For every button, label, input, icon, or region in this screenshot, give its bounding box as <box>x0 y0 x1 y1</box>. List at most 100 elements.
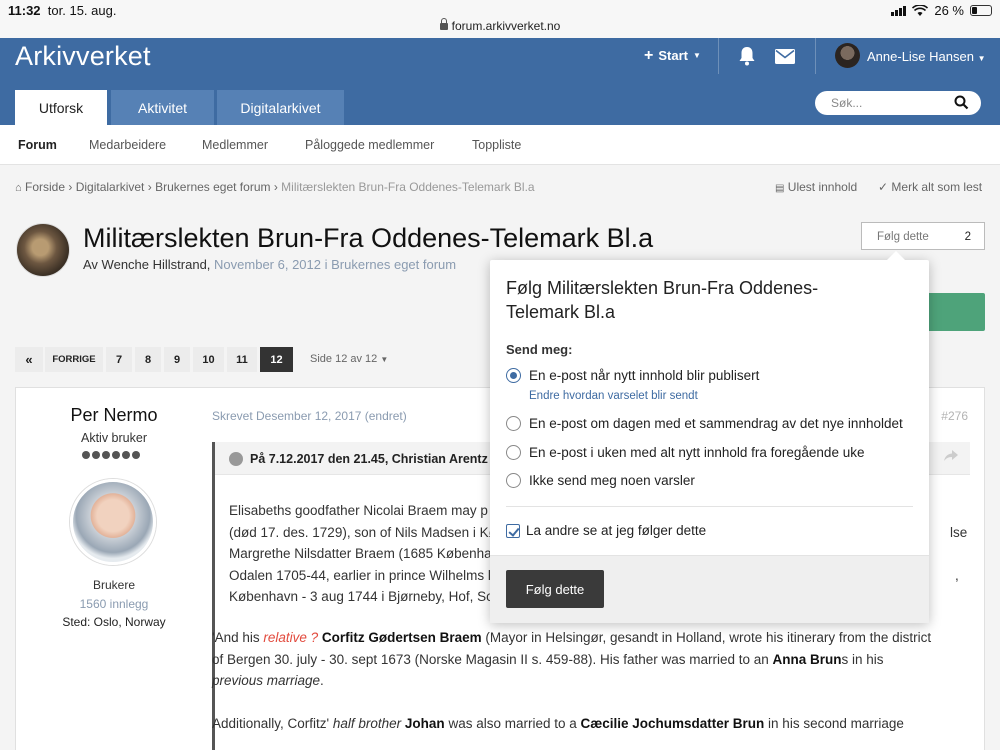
check-icon: ✓ <box>878 180 889 194</box>
change-notification-link[interactable]: Endre hvordan varselet blir sendt <box>529 390 698 402</box>
page-title: Militærslekten Brun-Fra Oddenes-Telemark… <box>83 223 654 253</box>
option-label: En e-post når nytt innhold blir publiser… <box>529 368 760 383</box>
caret-down-icon: ▼ <box>380 355 389 364</box>
unread-content-link[interactable]: ▤ Ulest innhold <box>775 180 857 194</box>
radio-none[interactable] <box>506 473 521 488</box>
breadcrumb-current: Militærslekten Brun-Fra Oddenes-Telemark… <box>281 180 535 194</box>
option-label: Ikke send meg noen varsler <box>529 473 695 488</box>
post-author-photo[interactable] <box>70 479 156 565</box>
url-text: forum.arkivverket.no <box>451 19 561 33</box>
site-header: Arkivverket + Start ▼ Anne-Lise Hansen ▼… <box>0 38 1000 125</box>
chevron-right-icon: › <box>147 180 156 194</box>
topic-author[interactable]: Av Wenche Hillstrand, <box>83 257 210 272</box>
quote-line: Margrethe Nilsdatter Braem (1685 Københa <box>229 546 492 561</box>
popover-divider <box>506 506 913 507</box>
page-8[interactable]: 8 <box>135 347 161 372</box>
share-icon[interactable] <box>944 450 958 462</box>
post-paragraph-line: of Bergen 30. july - 30. sept 1673 (Nors… <box>212 652 884 667</box>
wifi-icon <box>912 4 929 16</box>
option-label: En e-post i uken med alt nytt innhold fr… <box>529 445 865 460</box>
post-author-location: Sted: Oslo, Norway <box>62 615 166 629</box>
anonymous-follow-option[interactable]: La andre se at jeg følger dette <box>506 523 706 538</box>
page-9[interactable]: 9 <box>164 347 190 372</box>
quote-line: København - 3 aug 1744 i Bjørneby, Hof, … <box>229 589 494 604</box>
start-menu-button[interactable]: + Start ▼ <box>644 47 701 63</box>
page-jump-dropdown[interactable]: Side 12 av 12 ▼ <box>310 353 388 365</box>
mark-all-read-link[interactable]: ✓ Merk alt som lest <box>878 180 982 194</box>
address-bar[interactable]: forum.arkivverket.no <box>0 18 1000 33</box>
first-page-button[interactable]: « <box>15 347 43 372</box>
follow-count: 2 <box>964 231 971 243</box>
topic-byline: Av Wenche Hillstrand, November 6, 2012 i… <box>83 257 456 272</box>
anonymous-checkbox[interactable] <box>506 523 520 538</box>
option-weekly[interactable]: En e-post i uken med alt nytt innhold fr… <box>506 445 864 460</box>
signal-icon <box>891 5 907 16</box>
follow-submit-button[interactable]: Følg dette <box>506 570 604 608</box>
prev-page-button[interactable]: FORRIGE <box>45 347 103 372</box>
user-avatar[interactable] <box>835 43 860 68</box>
caret-down-icon: ▼ <box>692 51 701 60</box>
subnav-toppliste[interactable]: Toppliste <box>472 138 521 152</box>
quote-line-tail: lse <box>950 525 968 540</box>
subnav-palogede[interactable]: Påloggede medlemmer <box>305 138 434 152</box>
chevron-right-icon: › <box>68 180 76 194</box>
topic-author-avatar[interactable] <box>16 223 70 277</box>
quote-line: Odalen 1705-44, earlier in prince Wilhel… <box>229 568 494 583</box>
search-input[interactable]: Søk... <box>815 91 981 115</box>
status-date: tor. 15. aug. <box>47 3 117 18</box>
post-author-panel: Per Nermo Aktiv bruker Brukere 1560 innl… <box>16 388 212 750</box>
follow-popover: Følg Militærslekten Brun-Fra Oddenes-Tel… <box>490 251 929 623</box>
post-author-rank: Aktiv bruker <box>81 431 147 445</box>
breadcrumb-forside[interactable]: Forside <box>25 180 65 194</box>
lock-icon <box>439 18 448 30</box>
option-daily[interactable]: En e-post om dagen med et sammendrag av … <box>506 416 903 431</box>
user-menu-button[interactable]: Anne-Lise Hansen ▼ <box>867 49 986 64</box>
radio-weekly[interactable] <box>506 445 521 460</box>
tab-utforsk[interactable]: Utforsk <box>15 90 107 125</box>
anonymous-label: La andre se at jeg følger dette <box>526 523 707 538</box>
post-paragraph-line: 'And his relative ? Corfitz Gødertsen Br… <box>212 630 932 645</box>
quote-line: Elisabeths goodfather Nicolai Braem may … <box>229 503 488 518</box>
page-10[interactable]: 10 <box>193 347 224 372</box>
breadcrumb-digitalarkivet[interactable]: Digitalarkivet <box>76 180 145 194</box>
start-label: Start <box>658 48 688 63</box>
post-paragraph-line: previous marriage. <box>212 673 324 688</box>
subnav-forum[interactable]: Forum <box>18 138 57 152</box>
subnav-medarbeidere[interactable]: Medarbeidere <box>89 138 166 152</box>
topic-date: November 6, 2012 i Brukernes eget forum <box>214 257 457 272</box>
chevron-down-icon[interactable] <box>229 452 243 466</box>
post-paragraph-line: Additionally, Corfitz' half brother Joha… <box>212 716 904 731</box>
quote-citation: På 7.12.2017 den 21.45, Christian Arentz… <box>250 452 499 466</box>
home-icon: ⌂ <box>15 182 22 194</box>
follow-button[interactable]: Følg dette 2 <box>861 222 985 250</box>
tab-digitalarkivet[interactable]: Digitalarkivet <box>217 90 344 125</box>
option-immediate[interactable]: En e-post når nytt innhold blir publiser… <box>506 368 759 383</box>
post-author-count: 1560 innlegg <box>79 597 149 611</box>
header-divider <box>815 38 816 74</box>
page-12-current[interactable]: 12 <box>260 347 293 372</box>
sub-navigation: Forum Medarbeidere Medlemmer Påloggede m… <box>0 125 1000 165</box>
radio-immediate[interactable] <box>506 368 521 383</box>
subnav-medlemmer[interactable]: Medlemmer <box>202 138 268 152</box>
post-date: Skrevet Desember 12, 2017 (endret) <box>212 409 407 423</box>
page-11[interactable]: 11 <box>227 347 257 372</box>
breadcrumb-brukernes-forum[interactable]: Brukernes eget forum <box>155 180 270 194</box>
post-number[interactable]: #276 <box>941 409 968 423</box>
post-author-name[interactable]: Per Nermo <box>16 405 212 426</box>
envelope-icon[interactable] <box>775 49 795 64</box>
send-me-label: Send meg: <box>506 342 573 357</box>
search-icon[interactable] <box>954 95 969 110</box>
reputation-pips <box>82 451 140 459</box>
bell-icon[interactable] <box>738 46 756 66</box>
site-logo[interactable]: Arkivverket <box>15 41 151 72</box>
newspaper-icon: ▤ <box>775 183 785 194</box>
option-none[interactable]: Ikke send meg noen varsler <box>506 473 695 488</box>
status-icons: 26 % <box>891 3 992 18</box>
tab-aktivitet[interactable]: Aktivitet <box>111 90 214 125</box>
popover-footer: Følg dette <box>490 555 929 623</box>
breadcrumb: ⌂ Forside › Digitalarkivet › Brukernes e… <box>15 180 535 194</box>
page-7[interactable]: 7 <box>106 347 132 372</box>
radio-daily[interactable] <box>506 416 521 431</box>
caret-down-icon: ▼ <box>977 54 986 63</box>
battery-icon <box>970 5 992 16</box>
